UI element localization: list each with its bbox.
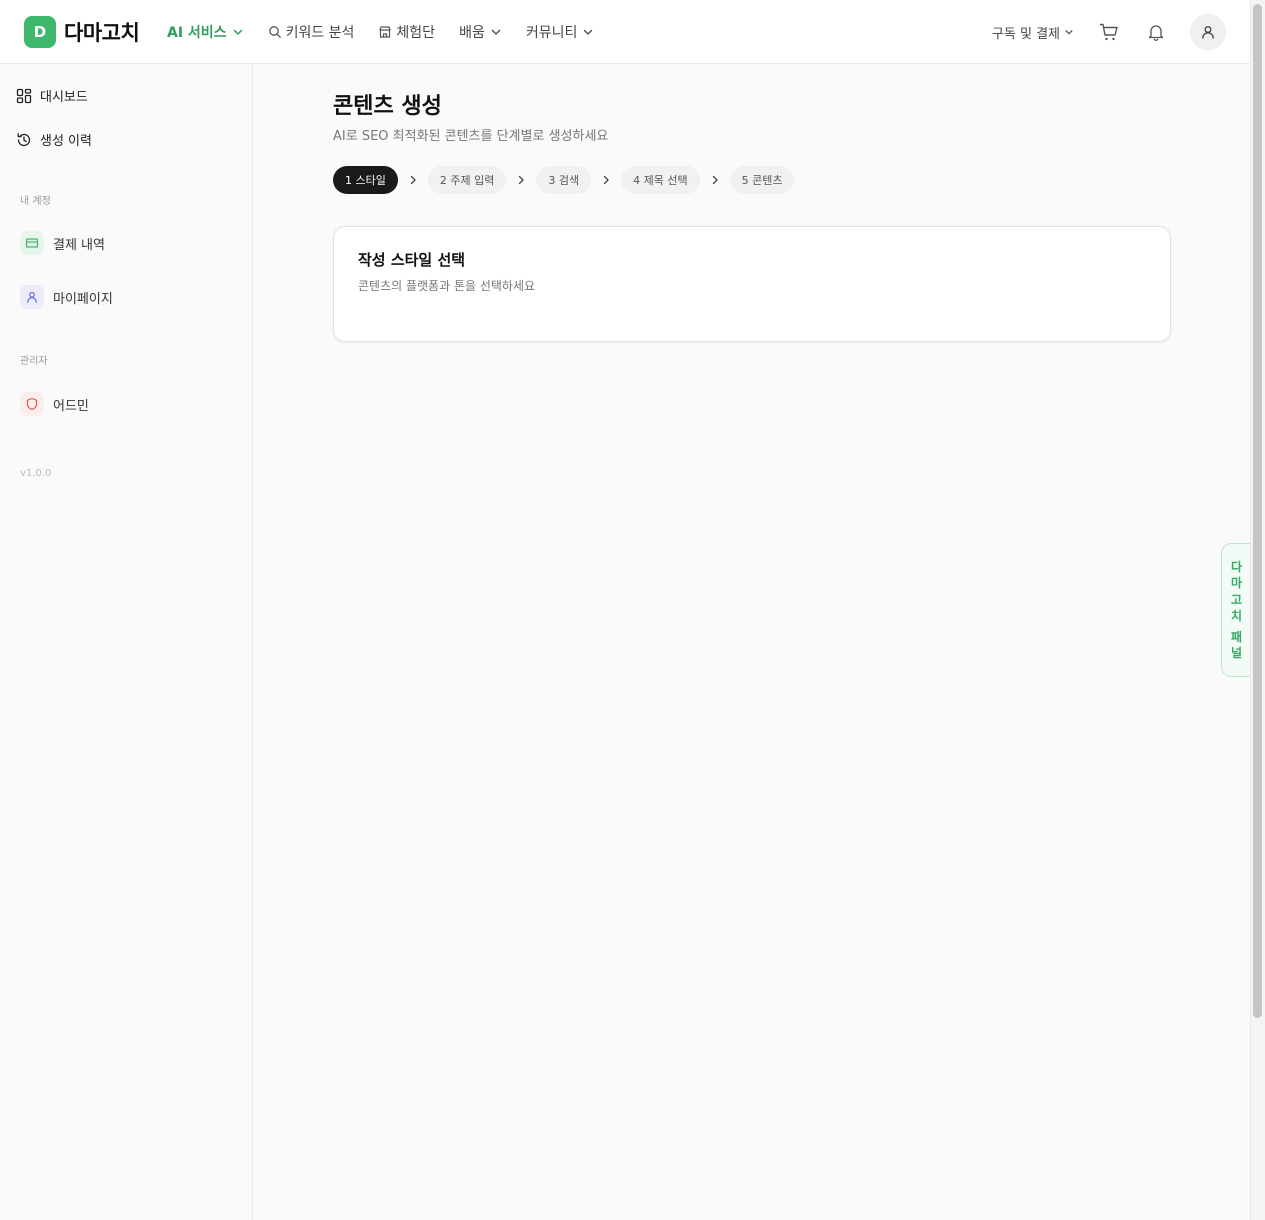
credit-card-icon <box>20 231 44 255</box>
chevron-right-icon <box>700 175 730 185</box>
sidebar-item-dashboard[interactable]: 대시보드 <box>16 86 88 105</box>
sidebar-item-admin[interactable]: 어드민 <box>20 392 89 416</box>
step-style[interactable]: 1 스타일 <box>333 166 398 194</box>
main-nav: AI 서비스 키워드 분석 체험단 배움 커뮤니티 <box>167 0 618 64</box>
nav-learning-label: 배움 <box>459 25 485 41</box>
chevron-down-icon <box>582 26 594 38</box>
sidebar: 대시보드 생성 이력 내 계정 결제 내역 마이페이지 관리자 어드민 v1.0… <box>0 64 253 1220</box>
dashboard-icon <box>16 88 32 104</box>
sidebar-item-history-label: 생성 이력 <box>40 134 92 149</box>
brand-name: 다마고치 <box>64 21 140 45</box>
damagochi-panel-tab[interactable]: 다마고치패널 <box>1221 543 1251 677</box>
nav-experience-group[interactable]: 체험단 <box>378 22 435 42</box>
chevron-down-icon <box>232 26 244 38</box>
cart-icon <box>1098 21 1120 43</box>
chevron-down-icon <box>1064 27 1074 37</box>
sidebar-item-payment-history-label: 결제 내역 <box>53 237 105 253</box>
page-subtitle: AI로 SEO 최적화된 콘텐츠를 단계별로 생성하세요 <box>333 129 609 144</box>
nav-ai-services[interactable]: AI 서비스 <box>167 22 244 42</box>
panel-tab-char: 고 <box>1230 592 1243 607</box>
bell-icon <box>1146 22 1166 42</box>
version-label: v1.0.0 <box>20 468 52 479</box>
sidebar-item-my-page[interactable]: 마이페이지 <box>20 285 113 309</box>
style-selection-card: 작성 스타일 선택 콘텐츠의 플랫폼과 톤을 선택하세요 <box>333 226 1171 342</box>
chevron-right-icon <box>398 175 428 185</box>
step-indicator: 1 스타일 2 주제 입력 3 검색 4 제목 선택 5 콘텐츠 <box>333 166 795 194</box>
sidebar-item-my-page-label: 마이페이지 <box>53 291 113 307</box>
store-icon <box>378 25 392 39</box>
search-icon <box>268 25 282 39</box>
nav-experience-group-label: 체험단 <box>396 25 436 41</box>
top-header: D 다마고치 AI 서비스 키워드 분석 체험단 배움 커뮤니티 구독 및 결제 <box>0 0 1250 64</box>
user-icon <box>1200 24 1216 40</box>
nav-keyword-analysis[interactable]: 키워드 분석 <box>268 22 355 42</box>
sidebar-item-admin-label: 어드민 <box>53 398 89 414</box>
sidebar-item-payment-history[interactable]: 결제 내역 <box>20 231 105 255</box>
nav-community[interactable]: 커뮤니티 <box>526 22 595 42</box>
header-tools: 구독 및 결제 <box>992 14 1226 50</box>
nav-ai-services-label: AI 서비스 <box>167 25 227 41</box>
chevron-down-icon <box>490 26 502 38</box>
nav-keyword-analysis-label: 키워드 분석 <box>285 25 355 41</box>
panel-tab-char: 널 <box>1230 646 1243 660</box>
card-subtitle: 콘텐츠의 플랫폼과 톤을 선택하세요 <box>358 279 536 293</box>
panel-tab-char: 치 <box>1230 609 1243 623</box>
section-label-account: 내 계정 <box>20 196 51 207</box>
step-title-select[interactable]: 4 제목 선택 <box>621 166 700 194</box>
sidebar-item-history[interactable]: 생성 이력 <box>16 130 92 149</box>
scrollbar-thumb[interactable] <box>1253 4 1262 1018</box>
panel-tab-char: 다 <box>1230 559 1243 574</box>
subscription-menu[interactable]: 구독 및 결제 <box>992 23 1074 42</box>
shield-icon <box>20 392 44 416</box>
chevron-right-icon <box>506 175 536 185</box>
nav-community-label: 커뮤니티 <box>525 25 578 41</box>
panel-tab-char: 패 <box>1230 629 1243 644</box>
brand-logo[interactable]: D 다마고치 <box>24 16 140 48</box>
section-label-admin: 관리자 <box>20 356 48 367</box>
user-icon <box>20 285 44 309</box>
step-topic-input[interactable]: 2 주제 입력 <box>427 166 507 194</box>
page-title: 콘텐츠 생성 <box>333 94 442 119</box>
nav-learning[interactable]: 배움 <box>459 22 502 42</box>
chevron-right-icon <box>591 175 621 185</box>
panel-tab-char: 마 <box>1230 576 1243 590</box>
card-title: 작성 스타일 선택 <box>358 251 466 269</box>
notification-button[interactable] <box>1143 19 1169 45</box>
sidebar-item-dashboard-label: 대시보드 <box>40 90 88 105</box>
step-content[interactable]: 5 콘텐츠 <box>729 166 795 194</box>
subscription-label: 구독 및 결제 <box>991 26 1060 42</box>
user-avatar-button[interactable] <box>1190 14 1226 50</box>
cart-button[interactable] <box>1096 19 1122 45</box>
step-search[interactable]: 3 검색 <box>536 166 592 194</box>
logo-badge: D <box>24 16 56 48</box>
history-icon <box>16 132 32 148</box>
